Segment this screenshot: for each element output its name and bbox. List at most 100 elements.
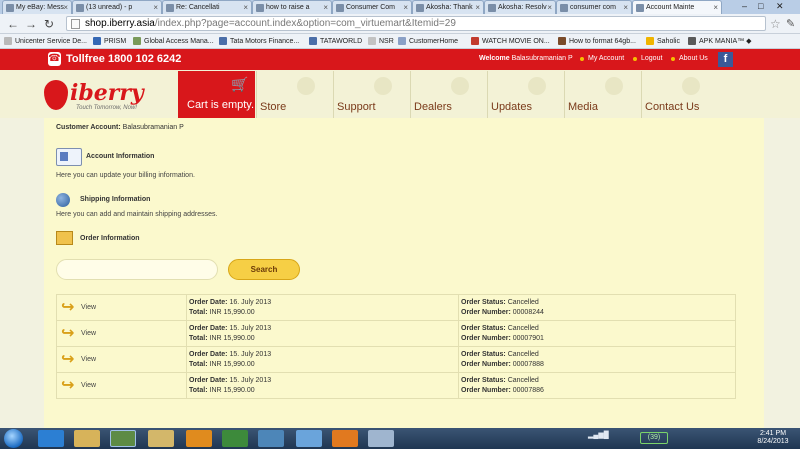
view-arrow-icon[interactable]: ↪ bbox=[61, 325, 78, 342]
system-clock[interactable]: 2:41 PM 8/24/2013 bbox=[752, 430, 794, 446]
reload-icon[interactable]: ↻ bbox=[42, 17, 56, 31]
close-tab-icon[interactable]: × bbox=[153, 1, 158, 14]
billing-card-icon[interactable] bbox=[56, 148, 82, 166]
tab-label: My eBay: Mess bbox=[16, 4, 64, 11]
page-icon bbox=[398, 37, 406, 45]
browser-tab[interactable]: Akosha: Resolv × bbox=[484, 0, 556, 14]
facebook-icon[interactable]: f bbox=[718, 52, 733, 67]
tab-label: (13 unread) - p bbox=[86, 4, 133, 11]
logout-link[interactable]: Logout bbox=[633, 55, 662, 62]
nav-store[interactable]: Store bbox=[256, 71, 333, 118]
tata-icon bbox=[219, 37, 227, 45]
close-tab-icon[interactable]: × bbox=[323, 1, 328, 14]
account-information-desc: Here you can update your billing informa… bbox=[56, 172, 195, 179]
battery-indicator[interactable]: (39) bbox=[640, 432, 668, 444]
sf-icon bbox=[93, 37, 101, 45]
network-icon[interactable] bbox=[258, 430, 284, 447]
package-icon[interactable] bbox=[56, 231, 73, 245]
outlook-icon[interactable] bbox=[186, 430, 212, 447]
folder-icon[interactable] bbox=[148, 430, 174, 447]
total-label: Total: bbox=[189, 387, 208, 394]
order-search-input[interactable] bbox=[56, 259, 218, 280]
order-date-label: Order Date: bbox=[189, 299, 228, 306]
bookmark-item[interactable]: TATAWORLD bbox=[309, 36, 362, 47]
tab-label: Account Mainte bbox=[646, 4, 695, 11]
table-row: ↪ View Order Date: 15. July 2013 Total: … bbox=[56, 347, 736, 373]
close-tab-icon[interactable]: × bbox=[243, 1, 248, 14]
close-tab-icon[interactable]: × bbox=[475, 1, 480, 14]
bookmark-item[interactable]: Unicenter Service De... bbox=[4, 36, 87, 47]
nav-support[interactable]: Support bbox=[333, 71, 410, 118]
browser-tab-active[interactable]: Account Mainte × bbox=[632, 0, 722, 14]
browser-tab[interactable]: Re: Cancellati × bbox=[162, 0, 252, 14]
nav-contact-us[interactable]: Contact Us bbox=[641, 71, 723, 118]
close-tab-icon[interactable]: × bbox=[403, 1, 408, 14]
signal-icon[interactable]: ▂▄▆█ bbox=[588, 431, 609, 439]
forward-arrow-icon[interactable]: → bbox=[24, 17, 38, 31]
browser-tab[interactable]: how to raise a × bbox=[252, 0, 332, 14]
browser-tab[interactable]: Akosha: Thank × bbox=[412, 0, 484, 14]
strawberry-icon bbox=[44, 80, 68, 110]
bookmark-item[interactable]: Saholic bbox=[646, 36, 680, 47]
updates-icon bbox=[528, 77, 546, 95]
view-link[interactable]: View bbox=[81, 382, 96, 389]
about-us-link[interactable]: About Us bbox=[671, 55, 708, 62]
browser-tab[interactable]: My eBay: Mess × bbox=[2, 0, 72, 14]
page-favicon-icon bbox=[636, 4, 644, 12]
view-link[interactable]: View bbox=[81, 356, 96, 363]
bookmark-item[interactable]: Global Access Mana... bbox=[133, 36, 214, 47]
chrome-icon[interactable] bbox=[110, 430, 136, 447]
close-tab-icon[interactable]: × bbox=[713, 1, 718, 14]
nav-media[interactable]: Media bbox=[564, 71, 641, 118]
view-arrow-icon[interactable]: ↪ bbox=[61, 377, 78, 394]
internet-explorer-icon[interactable] bbox=[38, 430, 64, 447]
close-tab-icon[interactable]: × bbox=[623, 1, 628, 14]
order-status: Cancelled bbox=[507, 299, 539, 306]
browser-tab[interactable]: Consumer Com × bbox=[332, 0, 412, 14]
excel-icon[interactable] bbox=[222, 430, 248, 447]
back-arrow-icon[interactable]: ← bbox=[6, 17, 20, 31]
search-button[interactable]: Search bbox=[228, 259, 300, 280]
order-status-label: Order Status: bbox=[461, 377, 506, 384]
address-bar[interactable]: shop.iberry.asia/index.php?page=account.… bbox=[66, 16, 766, 31]
nav-dealers[interactable]: Dealers bbox=[410, 71, 487, 118]
bookmark-item[interactable]: APK MANIA™ ◆ bbox=[688, 36, 751, 47]
minimize-window-button[interactable]: – bbox=[742, 0, 747, 12]
bookmark-item[interactable]: How to format 64gb... bbox=[558, 36, 636, 47]
iberry-logo[interactable]: iberry Touch Tomorrow, Now! bbox=[44, 78, 154, 116]
bookmark-item[interactable]: NSR bbox=[368, 36, 394, 47]
view-link[interactable]: View bbox=[81, 330, 96, 337]
shipping-information-link[interactable]: Shipping Information bbox=[80, 196, 150, 203]
app-icon[interactable] bbox=[368, 430, 394, 447]
bookmark-item[interactable]: CustomerHome bbox=[398, 36, 458, 47]
view-arrow-icon[interactable]: ↪ bbox=[61, 299, 78, 316]
start-button-icon[interactable] bbox=[4, 429, 23, 448]
bullet-icon bbox=[671, 57, 675, 61]
file-explorer-icon[interactable] bbox=[74, 430, 100, 447]
close-tab-icon[interactable]: × bbox=[547, 1, 552, 14]
wrench-menu-icon[interactable]: ✎ bbox=[786, 17, 795, 30]
my-account-link[interactable]: My Account bbox=[580, 55, 624, 62]
globe-icon[interactable] bbox=[56, 193, 70, 207]
view-arrow-icon[interactable]: ↪ bbox=[61, 351, 78, 368]
media-player-icon[interactable] bbox=[332, 430, 358, 447]
close-window-button[interactable]: ✕ bbox=[776, 0, 784, 12]
order-date: 15. July 2013 bbox=[229, 351, 272, 358]
tab-label: Re: Cancellati bbox=[176, 4, 220, 11]
order-number-label: Order Number: bbox=[461, 335, 511, 342]
maximize-window-button[interactable]: □ bbox=[758, 0, 763, 12]
bookmark-item[interactable]: WATCH MOVIE ON... bbox=[471, 36, 550, 47]
nav-updates[interactable]: Updates bbox=[487, 71, 564, 118]
bookmark-star-icon[interactable]: ☆ bbox=[770, 17, 781, 31]
account-information-link[interactable]: Account Information bbox=[86, 153, 154, 160]
itunes-icon[interactable] bbox=[296, 430, 322, 447]
view-link[interactable]: View bbox=[81, 304, 96, 311]
globe-icon bbox=[133, 37, 141, 45]
browser-tab[interactable]: consumer com × bbox=[556, 0, 632, 14]
close-tab-icon[interactable]: × bbox=[63, 1, 68, 14]
bookmark-item[interactable]: Tata Motors Finance... bbox=[219, 36, 299, 47]
browser-tab[interactable]: (13 unread) - p × bbox=[72, 0, 162, 14]
bookmark-item[interactable]: PRISM bbox=[93, 36, 126, 47]
order-information-link[interactable]: Order Information bbox=[80, 235, 140, 242]
cart-box[interactable]: 🛒 Cart is empty. bbox=[178, 71, 255, 118]
